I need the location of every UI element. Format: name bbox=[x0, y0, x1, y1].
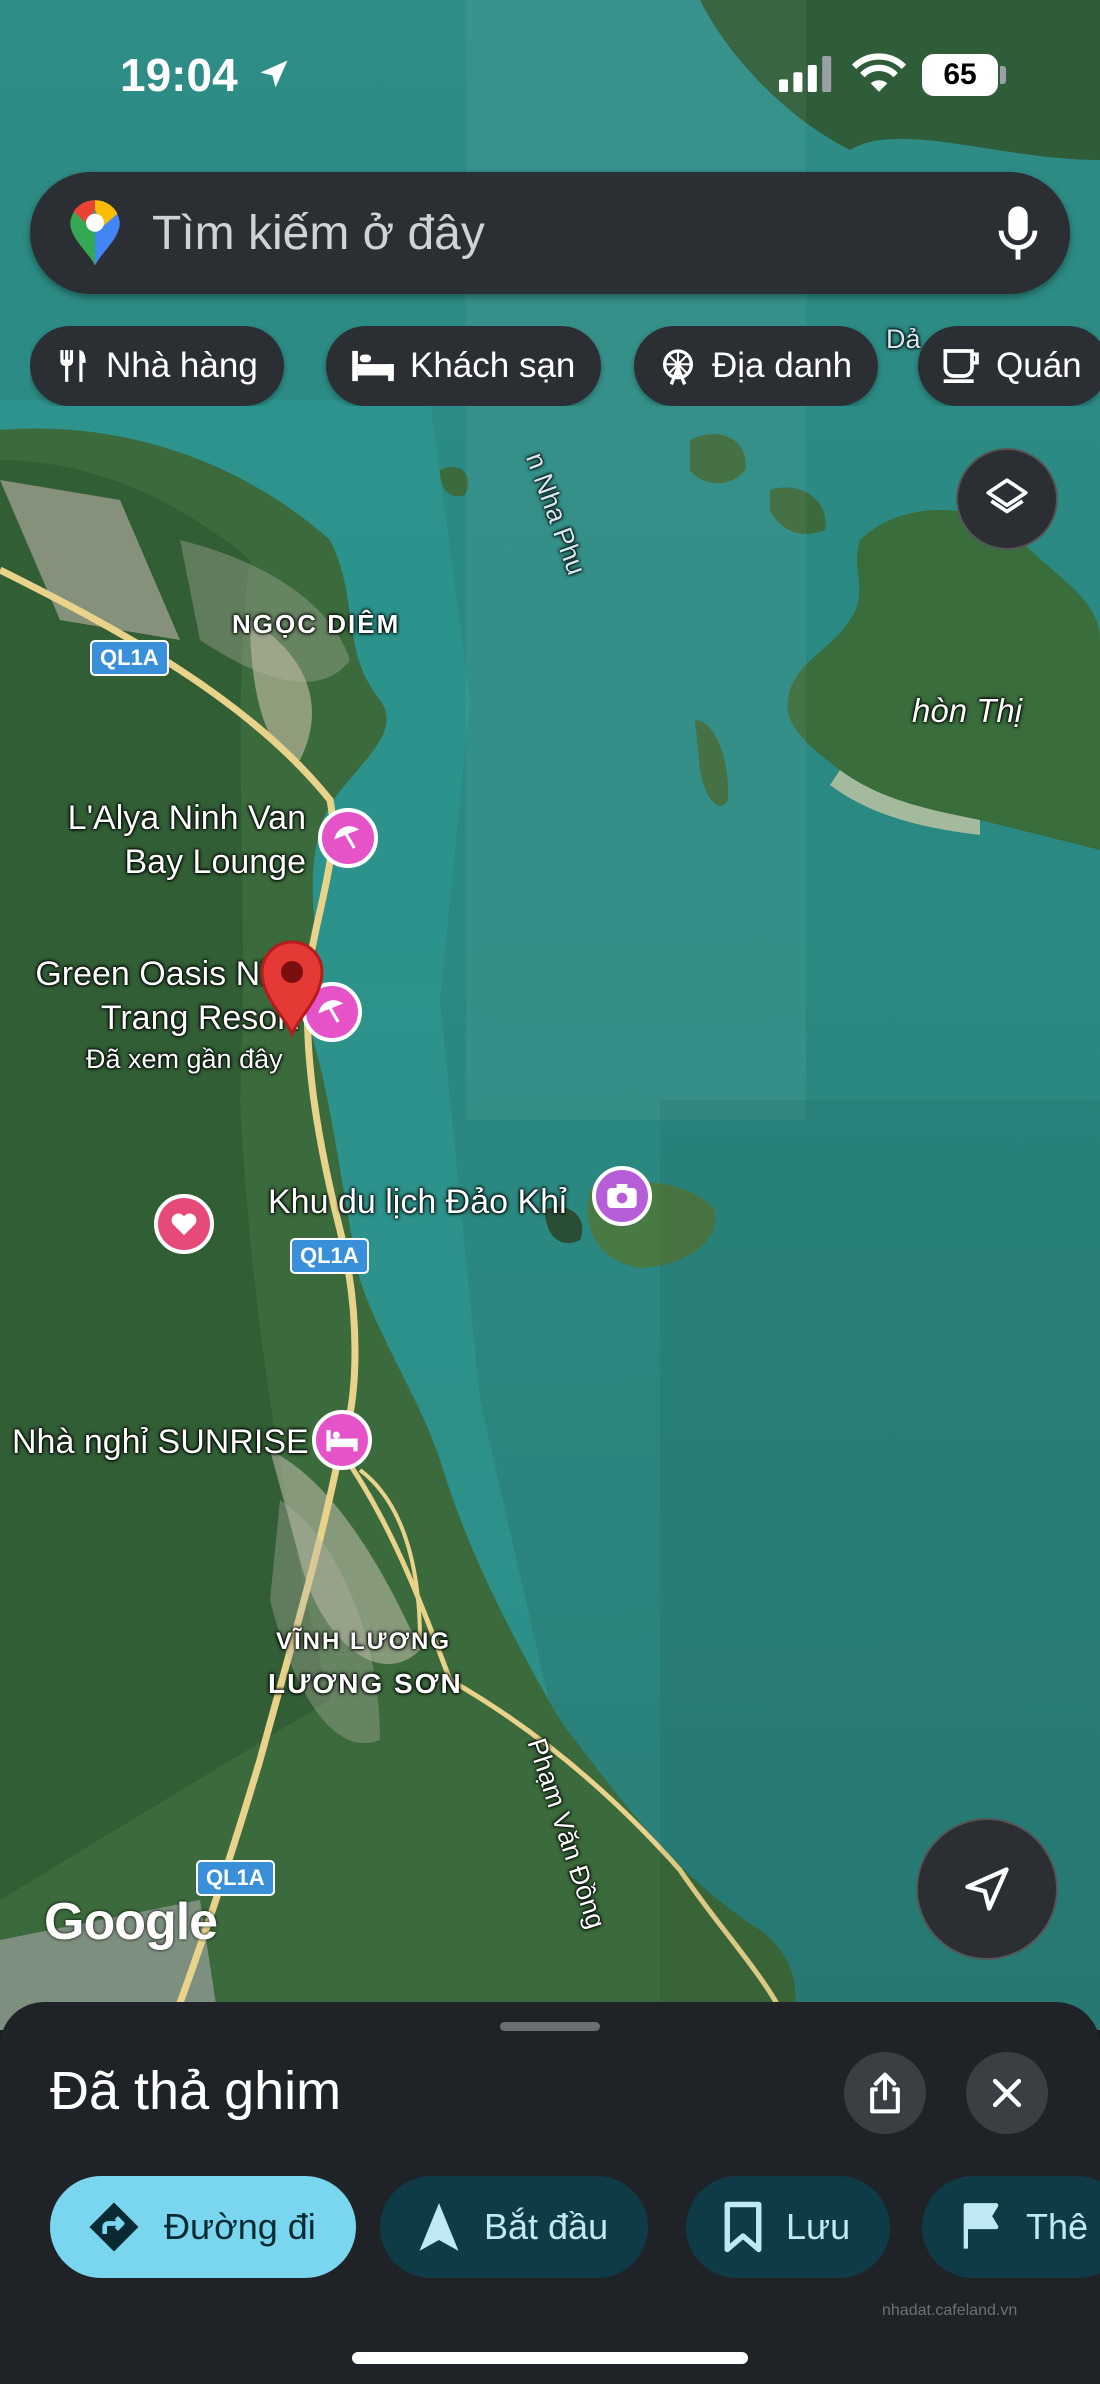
camera-icon bbox=[607, 1184, 637, 1208]
location-arrow-icon bbox=[260, 60, 288, 88]
map-label-vinh-luong: VĨNH LƯƠNG bbox=[276, 1628, 452, 1655]
layers-button[interactable] bbox=[956, 448, 1058, 550]
road-badge-ql1a: QL1A bbox=[90, 640, 169, 676]
google-logo: Google bbox=[44, 1893, 218, 1951]
map-label-hon-thi: hòn Thị bbox=[912, 692, 1023, 729]
navigation-arrow-icon bbox=[419, 2203, 459, 2251]
my-location-button[interactable] bbox=[916, 1818, 1058, 1960]
battery-cap bbox=[1000, 66, 1006, 84]
chip-label: Địa danh bbox=[712, 346, 853, 385]
save-button[interactable]: Lưu bbox=[686, 2176, 891, 2278]
directions-icon bbox=[89, 2202, 139, 2252]
recently-viewed-label: Đã xem gần đây bbox=[86, 1044, 283, 1074]
sheet-action-buttons: Đường đi Bắt đầu Lưu Thê bbox=[50, 2176, 1100, 2280]
place-bottom-sheet[interactable]: Đã thả ghim Đường đi Bắt đầu Lưu Thê nha… bbox=[0, 2002, 1100, 2384]
poi-dao-khi-marker[interactable] bbox=[592, 1166, 652, 1226]
start-button[interactable]: Bắt đầu bbox=[380, 2176, 649, 2278]
map-label-ngoc-diem: NGỌC DIÊM bbox=[232, 609, 401, 639]
action-label: Đường đi bbox=[164, 2206, 316, 2247]
layers-icon bbox=[986, 478, 1028, 514]
chip-hotels[interactable]: Khách sạn bbox=[326, 326, 602, 406]
ferris-wheel-icon bbox=[663, 349, 693, 385]
battery-indicator: 65 bbox=[922, 54, 998, 96]
bookmark-icon bbox=[724, 2201, 762, 2253]
category-chips: Nhà hàng Khách sạn Địa danh Quán bbox=[30, 326, 1100, 406]
wifi-icon bbox=[852, 53, 906, 92]
action-label: Lưu bbox=[786, 2206, 851, 2247]
poi-label-lalya[interactable]: L'Alya Ninh Van Bay Lounge bbox=[60, 796, 306, 884]
directions-button[interactable]: Đường đi bbox=[50, 2176, 356, 2278]
heart-icon bbox=[171, 1213, 197, 1236]
close-icon bbox=[992, 2078, 1022, 2108]
chip-label: Quán bbox=[996, 346, 1082, 385]
status-bar: 19:04 65 bbox=[0, 0, 1100, 150]
flag-icon bbox=[963, 2203, 999, 2249]
status-time: 19:04 bbox=[120, 49, 238, 101]
battery-level: 65 bbox=[943, 58, 977, 91]
chip-restaurants[interactable]: Nhà hàng bbox=[30, 326, 284, 406]
chip-label: Nhà hàng bbox=[106, 346, 258, 385]
bed-icon bbox=[326, 1430, 358, 1452]
map-view[interactable]: NGỌC DIÊM hòn Thị n Nha Phu Dả QL1A QL1A… bbox=[0, 0, 1100, 2030]
dropped-pin-icon[interactable] bbox=[258, 938, 326, 1038]
saved-place-marker[interactable] bbox=[154, 1194, 214, 1254]
beach-umbrella-icon bbox=[334, 826, 360, 849]
poi-lalya-marker[interactable] bbox=[318, 808, 378, 868]
close-button[interactable] bbox=[966, 2052, 1048, 2134]
bed-icon bbox=[352, 350, 394, 382]
google-maps-logo-icon bbox=[70, 200, 120, 266]
share-icon bbox=[870, 2072, 900, 2114]
cellular-signal-icon bbox=[779, 56, 832, 92]
chip-label: Khách sạn bbox=[410, 346, 576, 385]
action-label: Bắt đầu bbox=[484, 2206, 609, 2247]
poi-label-green-oasis[interactable]: Green Oasis Nha Trang Resort bbox=[8, 952, 298, 1040]
chip-cafes[interactable]: Quán bbox=[918, 326, 1100, 406]
share-button[interactable] bbox=[844, 2052, 926, 2134]
action-label: Thê bbox=[1026, 2206, 1089, 2247]
search-bar[interactable]: Tìm kiếm ở đây bbox=[30, 172, 1070, 294]
microphone-icon[interactable] bbox=[996, 204, 1040, 262]
sheet-drag-handle[interactable] bbox=[500, 2022, 600, 2031]
poi-label-dao-khi[interactable]: Khu du lịch Đảo Khỉ bbox=[268, 1180, 567, 1224]
label-button[interactable]: Thê bbox=[922, 2176, 1100, 2278]
map-label-luong-son: LƯƠNG SƠN bbox=[268, 1668, 463, 1699]
navigation-arrow-icon bbox=[965, 1867, 1009, 1911]
poi-sunrise-marker[interactable] bbox=[312, 1410, 372, 1470]
fork-knife-icon bbox=[60, 350, 86, 382]
coffee-cup-icon bbox=[943, 349, 979, 383]
watermark: nhadat.cafeland.vn bbox=[882, 2302, 1018, 2319]
chip-attractions[interactable]: Địa danh bbox=[634, 326, 879, 406]
road-badge-ql1a: QL1A bbox=[196, 1860, 275, 1896]
search-input[interactable]: Tìm kiếm ở đây bbox=[152, 206, 485, 261]
sheet-title: Đã thả ghim bbox=[50, 2061, 342, 2121]
poi-label-sunrise[interactable]: Nhà nghỉ SUNRISE bbox=[12, 1420, 309, 1464]
home-indicator[interactable] bbox=[352, 2352, 748, 2364]
road-badge-ql1a: QL1A bbox=[290, 1238, 369, 1274]
